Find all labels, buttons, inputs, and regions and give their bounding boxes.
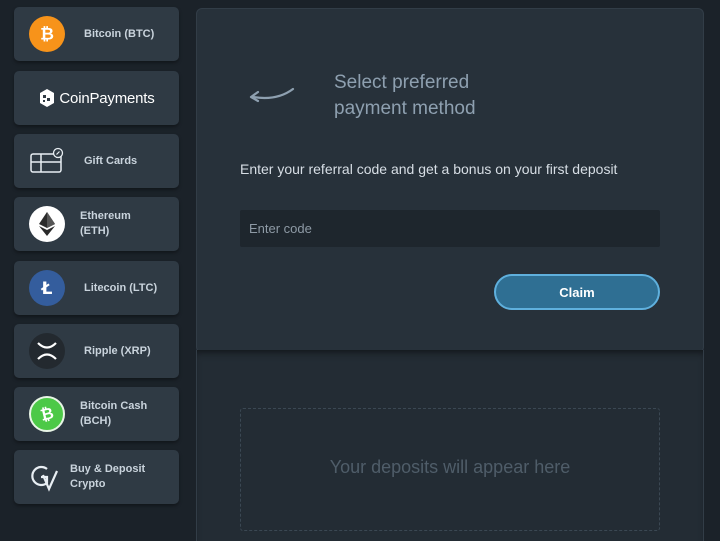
svg-text:Ł: Ł (41, 279, 53, 298)
svg-text:₿: ₿ (38, 404, 55, 424)
coinpayments-logo: CoinPayments (14, 87, 179, 109)
method-label: Buy & Deposit Crypto (70, 463, 146, 490)
method-label: Ethereum (ETH) (80, 210, 131, 237)
coinpayments-label: CoinPayments (59, 89, 155, 107)
bitcoin-cash-icon: ₿ (28, 395, 66, 433)
method-label: Litecoin (LTC) (84, 281, 158, 294)
referral-code-input[interactable] (240, 210, 660, 247)
method-buy-crypto[interactable]: Buy & Deposit Crypto (14, 450, 179, 504)
referral-instructions: Enter your referral code and get a bonus… (240, 161, 618, 177)
back-arrow-icon[interactable] (247, 85, 297, 107)
method-gift-cards[interactable]: Gift Cards (14, 134, 179, 188)
method-bitcoin[interactable]: ₿ Bitcoin (BTC) (14, 7, 179, 61)
deposits-list: Your deposits will appear here (240, 408, 660, 531)
method-coinpayments[interactable]: CoinPayments (14, 71, 179, 125)
payment-methods-sidebar: ₿ Bitcoin (BTC) CoinPayments Gift Cards … (0, 0, 192, 541)
page-title: Select preferred payment method (334, 72, 476, 119)
buy-crypto-icon (26, 458, 64, 496)
ethereum-icon (28, 205, 66, 243)
method-label: Bitcoin Cash (BCH) (80, 400, 148, 427)
claim-button[interactable]: Claim (494, 274, 660, 310)
method-label: Ripple (XRP) (84, 344, 151, 357)
bitcoin-icon: ₿ (28, 15, 66, 53)
method-litecoin[interactable]: Ł Litecoin (LTC) (14, 261, 179, 315)
method-ethereum[interactable]: Ethereum (ETH) (14, 197, 179, 251)
ripple-icon (28, 332, 66, 370)
method-ripple[interactable]: Ripple (XRP) (14, 324, 179, 378)
method-label: Bitcoin (BTC) (84, 27, 155, 40)
deposits-empty-message: Your deposits will appear here (329, 457, 571, 477)
method-label: Gift Cards (84, 154, 138, 167)
method-bitcoin-cash[interactable]: ₿ Bitcoin Cash (BCH) (14, 387, 179, 441)
gift-card-icon (28, 142, 66, 180)
litecoin-icon: Ł (28, 269, 66, 307)
svg-text:₿: ₿ (40, 25, 54, 45)
